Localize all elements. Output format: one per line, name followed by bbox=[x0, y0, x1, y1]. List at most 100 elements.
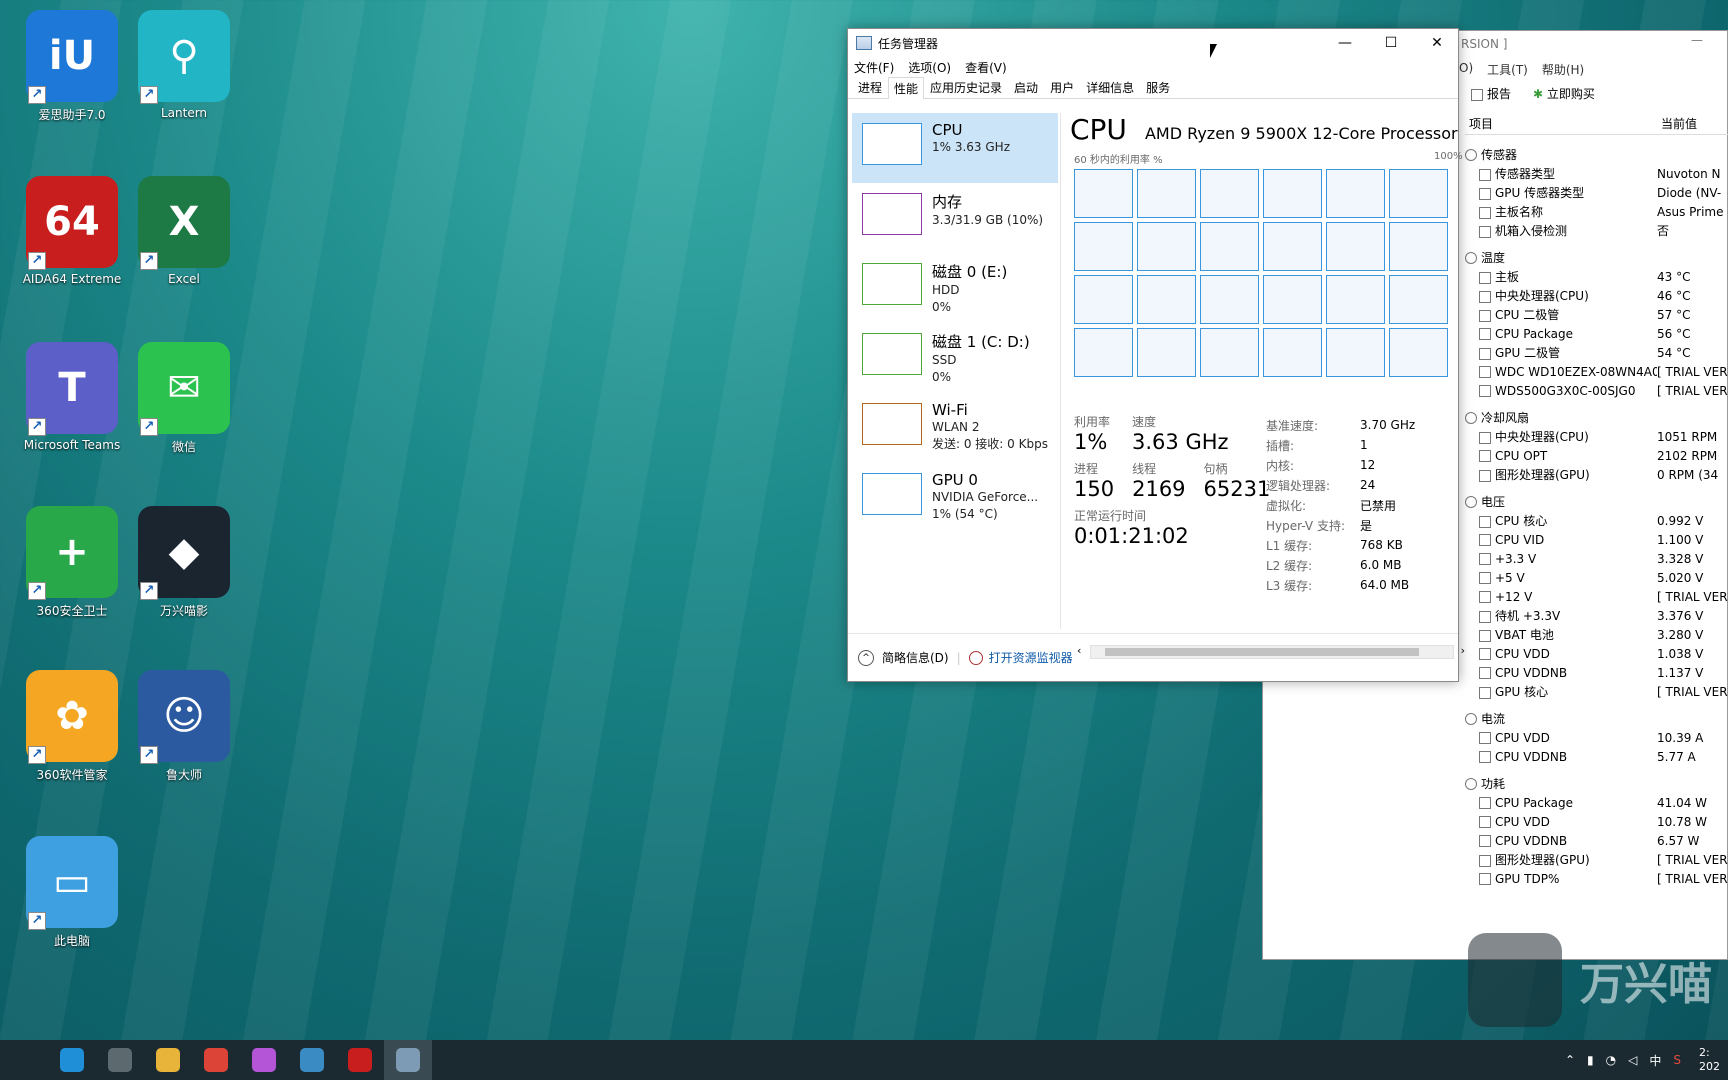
sensor-row[interactable]: CPU OPT 2102 RPM bbox=[1465, 446, 1728, 465]
sensor-row[interactable]: GPU 传感器类型 Diode (NV- bbox=[1465, 183, 1728, 202]
sensor-row[interactable]: GPU 核心 [ TRIAL VER bbox=[1465, 682, 1728, 701]
tab-6[interactable]: 服务 bbox=[1140, 76, 1176, 98]
desktop-icon[interactable]: 64 ↗ AIDA64 Extreme bbox=[22, 176, 122, 286]
taskbar-chrome-button[interactable] bbox=[192, 1040, 240, 1080]
sensor-row[interactable]: +5 V 5.020 V bbox=[1465, 568, 1728, 587]
sensor-section[interactable]: 温度 bbox=[1465, 248, 1728, 267]
sensor-row[interactable]: +12 V [ TRIAL VER bbox=[1465, 587, 1728, 606]
desktop-icon[interactable]: ✿ ↗ 360软件管家 bbox=[22, 670, 122, 783]
desktop-icon[interactable]: ▭ ↗ 此电脑 bbox=[22, 836, 122, 949]
col-item[interactable]: 项目 bbox=[1465, 115, 1661, 132]
sensor-row[interactable]: CPU VDD 10.78 W bbox=[1465, 812, 1728, 831]
microphone-icon[interactable]: ▮ bbox=[1587, 1053, 1594, 1067]
tab-3[interactable]: 启动 bbox=[1008, 76, 1044, 98]
ime-indicator[interactable]: 中 bbox=[1649, 1052, 1661, 1069]
taskbar-calculator-button[interactable] bbox=[96, 1040, 144, 1080]
sensor-icon bbox=[1479, 328, 1491, 340]
report-button[interactable]: 报告 bbox=[1471, 85, 1511, 102]
desktop-icon[interactable]: X ↗ Excel bbox=[134, 176, 234, 286]
sensor-row[interactable]: CPU Package 56 °C bbox=[1465, 324, 1728, 343]
menu-item[interactable]: 查看(V) bbox=[965, 59, 1007, 76]
sensor-row[interactable]: 图形处理器(GPU) 0 RPM (34 bbox=[1465, 465, 1728, 484]
thread-count: 2169 bbox=[1132, 477, 1186, 501]
sensor-row[interactable]: CPU Package 41.04 W bbox=[1465, 793, 1728, 812]
fewer-details-button[interactable]: ^ 简略信息(D) bbox=[858, 649, 949, 666]
desktop-icon[interactable]: ⚲ ↗ Lantern bbox=[134, 10, 234, 120]
sensor-row[interactable]: CPU VDDNB 5.77 A bbox=[1465, 747, 1728, 766]
sensor-row[interactable]: WDC WD10EZEX-08WN4A0[ TRIAL VER bbox=[1465, 362, 1728, 381]
sensor-row[interactable]: WDS500G3X0C-00SJG0 [ TRIAL VER bbox=[1465, 381, 1728, 400]
sensor-section[interactable]: 冷却风扇 bbox=[1465, 408, 1728, 427]
aida-menu-item[interactable]: O) bbox=[1459, 61, 1473, 78]
desktop-icon[interactable]: ✉ ↗ 微信 bbox=[134, 342, 234, 455]
sensor-row[interactable]: 图形处理器(GPU) [ TRIAL VER bbox=[1465, 850, 1728, 869]
tab-1[interactable]: 性能 bbox=[888, 77, 925, 99]
clock[interactable]: 2: 202 bbox=[1693, 1046, 1726, 1074]
sensor-row[interactable]: CPU VDDNB 1.137 V bbox=[1465, 663, 1728, 682]
wifi-icon[interactable]: ◔ bbox=[1606, 1053, 1616, 1067]
sidebar-item[interactable]: CPU 1% 3.63 GHz bbox=[852, 113, 1058, 183]
menu-item[interactable]: 文件(F) bbox=[854, 59, 894, 76]
close-button[interactable]: ✕ bbox=[1414, 29, 1460, 57]
aida-minimize-button[interactable]: — bbox=[1691, 33, 1703, 47]
sidebar-item[interactable]: 磁盘 0 (E:) HDD 0% bbox=[852, 253, 1058, 323]
sensor-row[interactable]: CPU VDD 1.038 V bbox=[1465, 644, 1728, 663]
sensor-row[interactable]: 传感器类型 Nuvoton N bbox=[1465, 164, 1728, 183]
app-icon: 64 ↗ bbox=[26, 176, 118, 270]
sidebar-item[interactable]: GPU 0 NVIDIA GeForce... 1% (54 °C) bbox=[852, 463, 1058, 533]
minimize-button[interactable]: — bbox=[1322, 29, 1368, 57]
taskbar-edge-button[interactable] bbox=[48, 1040, 96, 1080]
sensor-section[interactable]: 传感器 bbox=[1465, 145, 1728, 164]
sensor-row[interactable]: 待机 +3.3V 3.376 V bbox=[1465, 606, 1728, 625]
show-hidden-icons-icon[interactable]: ⌃ bbox=[1565, 1053, 1575, 1067]
sensor-row[interactable]: 中央处理器(CPU) 46 °C bbox=[1465, 286, 1728, 305]
sidebar-item[interactable]: 磁盘 1 (C: D:) SSD 0% bbox=[852, 323, 1058, 393]
start-button[interactable] bbox=[0, 1040, 48, 1080]
sidebar-item[interactable]: 内存 3.3/31.9 GB (10%) bbox=[852, 183, 1058, 253]
section-icon bbox=[1465, 777, 1477, 790]
task-manager-window[interactable]: 任务管理器 — ☐ ✕ 文件(F) 选项(O) 查看(V) 进程 性能 应用历史记录 启动… bbox=[847, 28, 1465, 682]
desktop-icon[interactable]: + ↗ 360安全卫士 bbox=[22, 506, 122, 619]
aida-menu-item[interactable]: 帮助(H) bbox=[1542, 61, 1584, 78]
sensor-section[interactable]: 功耗 bbox=[1465, 774, 1728, 793]
desktop-icon[interactable]: iU ↗ 爱思助手7.0 bbox=[22, 10, 122, 123]
tab-5[interactable]: 详细信息 bbox=[1080, 76, 1140, 98]
sensor-row[interactable]: 主板 43 °C bbox=[1465, 267, 1728, 286]
scroll-right-icon[interactable]: › bbox=[1461, 644, 1465, 657]
menu-item[interactable]: 选项(O) bbox=[908, 59, 951, 76]
sensor-row[interactable]: 机箱入侵检测 否 bbox=[1465, 221, 1728, 240]
sensor-row[interactable]: CPU VDD 10.39 A bbox=[1465, 728, 1728, 747]
sensor-section[interactable]: 电流 bbox=[1465, 709, 1728, 728]
tab-2[interactable]: 应用历史记录 bbox=[924, 76, 1008, 98]
sensor-section[interactable]: 电压 bbox=[1465, 492, 1728, 511]
maximize-button[interactable]: ☐ bbox=[1368, 29, 1414, 57]
core-graph bbox=[1326, 169, 1385, 218]
sensor-row[interactable]: GPU 二极管 54 °C bbox=[1465, 343, 1728, 362]
sensor-row[interactable]: CPU VID 1.100 V bbox=[1465, 530, 1728, 549]
taskbar-color-app-button[interactable] bbox=[240, 1040, 288, 1080]
sensor-row[interactable]: VBAT 电池 3.280 V bbox=[1465, 625, 1728, 644]
sensor-row[interactable]: 主板名称 Asus Prime bbox=[1465, 202, 1728, 221]
sensor-row[interactable]: CPU VDDNB 6.57 W bbox=[1465, 831, 1728, 850]
sensor-row[interactable]: 中央处理器(CPU) 1051 RPM bbox=[1465, 427, 1728, 446]
desktop-icon[interactable]: ◆ ↗ 万兴喵影 bbox=[134, 506, 234, 619]
buy-now-button[interactable]: ✱ 立即购买 bbox=[1533, 85, 1595, 102]
sidebar-item[interactable]: Wi-Fi WLAN 2 发送: 0 接收: 0 Kbps bbox=[852, 393, 1058, 463]
aida-menu-item[interactable]: 工具(T) bbox=[1487, 61, 1528, 78]
sensor-row[interactable]: +3.3 V 3.328 V bbox=[1465, 549, 1728, 568]
open-resource-monitor-link[interactable]: 打开资源监视器 bbox=[968, 649, 1073, 666]
tab-0[interactable]: 进程 bbox=[852, 76, 888, 98]
desktop-icon[interactable]: T ↗ Microsoft Teams bbox=[22, 342, 122, 452]
taskbar-installer-button[interactable] bbox=[288, 1040, 336, 1080]
col-value[interactable]: 当前值 bbox=[1661, 115, 1697, 132]
tab-4[interactable]: 用户 bbox=[1044, 76, 1080, 98]
taskbar-task-manager-button[interactable] bbox=[384, 1040, 432, 1080]
volume-icon[interactable]: ◁ bbox=[1628, 1053, 1637, 1067]
sensor-row[interactable]: CPU 二极管 57 °C bbox=[1465, 305, 1728, 324]
sensor-row[interactable]: GPU TDP% [ TRIAL VER bbox=[1465, 869, 1728, 888]
desktop-icon[interactable]: ☺ ↗ 鲁大师 bbox=[134, 670, 234, 783]
taskbar-file-explorer-button[interactable] bbox=[144, 1040, 192, 1080]
sogou-icon[interactable]: S bbox=[1673, 1053, 1681, 1067]
taskbar-aida64-button[interactable] bbox=[336, 1040, 384, 1080]
sensor-row[interactable]: CPU 核心 0.992 V bbox=[1465, 511, 1728, 530]
